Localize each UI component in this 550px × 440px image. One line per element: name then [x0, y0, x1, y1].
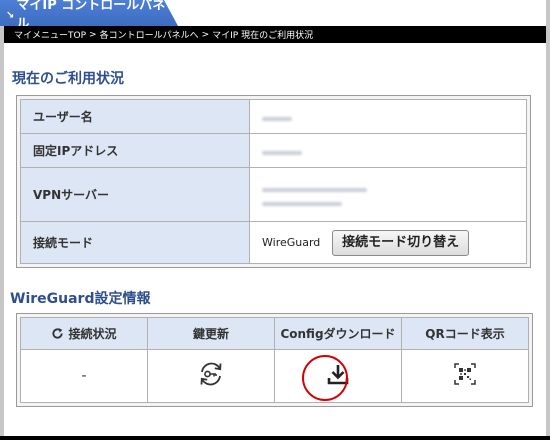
wireguard-table: 接続状況 鍵更新 Configダウンロード QRコード表示 -: [16, 313, 533, 407]
config-download-button[interactable]: [326, 362, 350, 386]
username-label: ユーザー名: [20, 99, 250, 134]
status-table: ユーザー名 固定IPアドレス VPNサーバー 接続モード WireGuard 接…: [16, 95, 531, 268]
refresh-icon[interactable]: [51, 327, 64, 340]
breadcrumb-link-mymenu-top[interactable]: マイメニューTOP: [14, 28, 86, 41]
redacted-value: [262, 116, 292, 121]
table-row: ユーザー名: [20, 99, 527, 134]
qr-code-icon: [454, 363, 476, 385]
breadcrumb: マイメニューTOP > 各コントロールパネルへ > マイIP 現在のご利用状況: [4, 26, 546, 43]
connection-status-header: 接続状況: [20, 317, 148, 350]
breadcrumb-separator: >: [89, 29, 97, 40]
qr-code-button[interactable]: [453, 362, 477, 386]
config-download-cell: [274, 349, 402, 403]
key-update-button[interactable]: [196, 359, 226, 389]
redacted-value: [262, 150, 302, 155]
download-icon: [327, 365, 349, 385]
key-update-cell: [147, 349, 275, 403]
table-row: VPNサーバー: [20, 167, 527, 222]
breadcrumb-current-page: マイIP 現在のご利用状況: [212, 31, 314, 41]
control-panel-tab[interactable]: ↘ マイIP コントロールパネル: [0, 0, 178, 26]
connection-status-value: -: [20, 349, 148, 403]
username-value: [249, 99, 527, 134]
redacted-value: [262, 187, 367, 192]
config-download-header: Configダウンロード: [274, 317, 402, 350]
table-row: -: [20, 349, 529, 403]
qr-code-header: QRコード表示: [401, 317, 529, 350]
fixed-ip-value: [249, 133, 527, 168]
redacted-value: [262, 201, 342, 206]
wireguard-section-title: WireGuard設定情報: [10, 291, 151, 307]
status-section-title: 現在のご利用状況: [12, 71, 124, 87]
connection-mode-label: 接続モード: [20, 221, 250, 264]
key-refresh-icon: [200, 362, 222, 386]
table-row: 接続モード WireGuard 接続モード切り替え: [20, 221, 527, 264]
connection-mode-text: WireGuard: [262, 236, 321, 249]
vpn-server-label: VPNサーバー: [20, 167, 250, 222]
table-row: 固定IPアドレス: [20, 133, 527, 168]
switch-connection-mode-button[interactable]: 接続モード切り替え: [332, 229, 470, 256]
breadcrumb-link-control-panels[interactable]: 各コントロールパネルへ: [100, 28, 199, 41]
bottom-bar: [0, 436, 550, 440]
table-header-row: 接続状況 鍵更新 Configダウンロード QRコード表示: [20, 317, 529, 350]
vpn-server-value: [249, 167, 527, 222]
connection-mode-value: WireGuard 接続モード切り替え: [249, 221, 527, 264]
breadcrumb-separator: >: [201, 29, 210, 40]
key-update-header: 鍵更新: [147, 317, 275, 350]
arrow-mark-icon: ↘: [6, 9, 15, 21]
fixed-ip-label: 固定IPアドレス: [20, 133, 250, 168]
connection-status-header-label: 接続状況: [68, 327, 117, 341]
qr-code-cell: [401, 349, 529, 403]
